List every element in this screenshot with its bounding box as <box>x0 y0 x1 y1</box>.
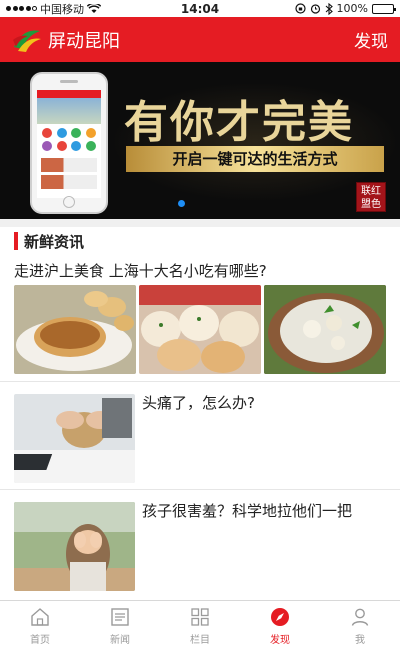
wifi-icon <box>87 3 101 13</box>
banner-seal: 联红 盟色 <box>356 182 386 212</box>
article-title: 走进沪上美食 上海十大名小吃有哪些? <box>14 262 267 280</box>
article-thumb-headache <box>14 394 135 483</box>
promo-banner[interactable]: 有你才完美 开启一键可达的生活方式 联红 盟色 <box>0 62 400 219</box>
tab-news[interactable]: 新闻 <box>80 601 160 650</box>
bluetooth-icon <box>325 2 333 15</box>
article-item-food[interactable]: 走进沪上美食 上海十大名小吃有哪些? <box>0 257 400 381</box>
home-icon <box>31 607 49 626</box>
alarm-icon <box>310 4 320 14</box>
status-right: 100% <box>294 2 396 15</box>
news-icon <box>111 607 129 626</box>
banner-headline: 有你才完美 <box>124 97 354 148</box>
article-image-porridge <box>264 285 386 374</box>
bottom-tab-bar: 首页 新闻 栏目 发现 我 <box>0 600 400 650</box>
tab-label: 我 <box>355 634 365 646</box>
person-icon <box>351 608 369 626</box>
article-title: 头痛了，怎么办? <box>142 394 255 412</box>
tab-discover[interactable]: 发现 <box>240 601 320 650</box>
tab-label: 发现 <box>270 634 290 646</box>
battery-icon <box>372 3 396 14</box>
signal-icon <box>6 6 37 11</box>
article-image-strip <box>14 285 386 374</box>
article-item-shy-child[interactable]: 孩子很害羞？科学地拉他们一把 <box>0 489 400 597</box>
app-logo-icon <box>13 30 41 52</box>
app-title: 屏动昆阳 <box>48 30 120 52</box>
carrier-label: 中国移动 <box>40 2 84 16</box>
banner-pager <box>178 200 185 207</box>
article-item-headache[interactable]: 头痛了，怎么办? <box>0 381 400 489</box>
banner-subline: 开启一键可达的生活方式 <box>172 150 338 168</box>
discover-button[interactable]: 发现 <box>354 27 388 52</box>
banner-phone-image <box>30 72 108 214</box>
tab-label: 首页 <box>30 634 50 646</box>
lock-rotation-icon <box>294 3 306 14</box>
pager-dot-active[interactable] <box>178 200 185 207</box>
tab-me[interactable]: 我 <box>320 601 400 650</box>
tab-home[interactable]: 首页 <box>0 601 80 650</box>
status-bar: 中国移动 14:04 100% <box>0 0 400 17</box>
article-image-pastry <box>14 285 136 374</box>
battery-percent: 100% <box>336 2 368 15</box>
status-left: 中国移动 <box>6 1 295 17</box>
article-thumb-child <box>14 502 135 591</box>
section-header: 新鲜资讯 <box>0 219 400 255</box>
grid-icon <box>191 607 209 626</box>
article-image-buns <box>139 285 261 374</box>
compass-icon <box>271 607 289 626</box>
section-title: 新鲜资讯 <box>24 232 85 251</box>
tab-label: 栏目 <box>190 634 210 646</box>
article-title: 孩子很害羞？科学地拉他们一把 <box>142 502 353 520</box>
tab-label: 新闻 <box>110 634 130 646</box>
tab-columns[interactable]: 栏目 <box>160 601 240 650</box>
app-header: 屏动昆阳 发现 <box>0 17 400 62</box>
